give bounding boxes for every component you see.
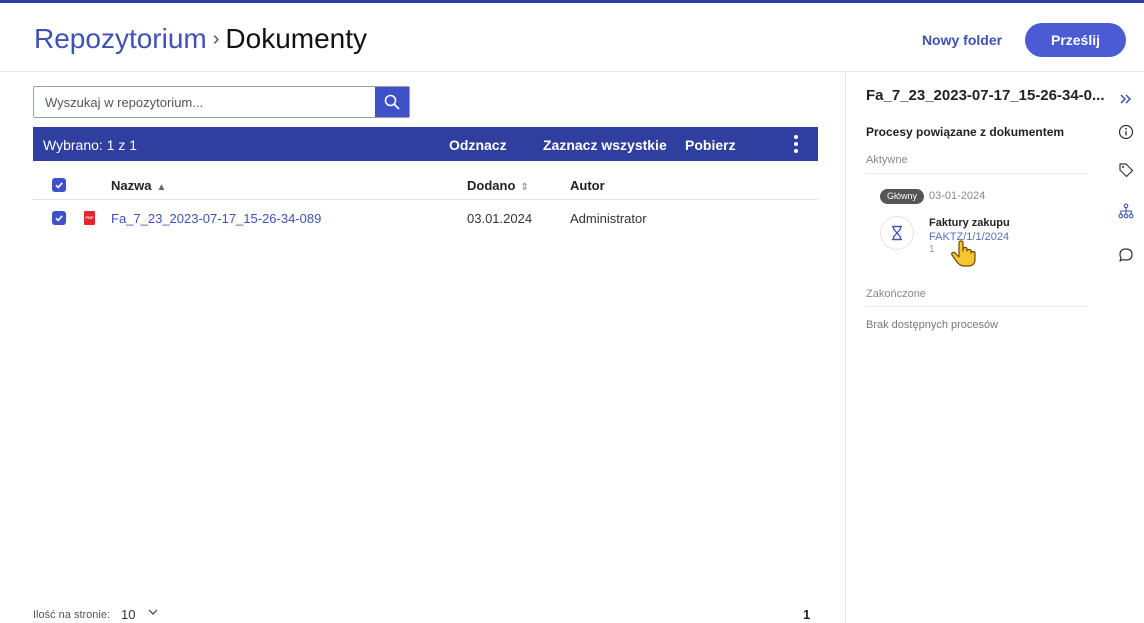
processes-title: Procesy powiązane z dokumentem xyxy=(866,125,1065,139)
table-header: Nazwa ▲ Dodano ⇕ Autor xyxy=(33,170,818,200)
search-icon xyxy=(384,94,400,110)
comment-icon[interactable] xyxy=(1117,246,1135,264)
search-box xyxy=(33,86,410,118)
file-name-link[interactable]: Fa_7_23_2023-07-17_15-26-34-089 xyxy=(111,211,321,226)
breadcrumb-root-link[interactable]: Repozytorium xyxy=(34,23,207,55)
divider xyxy=(866,173,1088,174)
download-button[interactable]: Pobierz xyxy=(685,137,736,153)
column-header-added[interactable]: Dodano ⇕ xyxy=(467,178,529,193)
deselect-button[interactable]: Odznacz xyxy=(449,137,507,153)
hourglass-icon xyxy=(892,225,902,241)
more-vertical-icon[interactable] xyxy=(788,133,804,155)
checkmark-icon xyxy=(55,182,63,189)
pagination: Ilość na stronie: 10 1 xyxy=(33,604,818,623)
column-author-label: Autor xyxy=(570,178,605,193)
selection-count: Wybrano: 1 z 1 xyxy=(43,137,138,153)
file-added-date: 03.01.2024 xyxy=(467,211,533,226)
process-date: 03-01-2024 xyxy=(929,190,986,202)
breadcrumb-separator: › xyxy=(212,27,220,50)
details-panel: Fa_7_23_2023-07-17_15-26-34-0... Procesy… xyxy=(845,72,1105,623)
main-process-badge: Główny xyxy=(880,189,925,204)
process-name: Faktury zakupu xyxy=(929,217,1010,229)
page-title: Dokumenty xyxy=(225,23,368,54)
row-checkbox[interactable] xyxy=(52,211,66,225)
search-input[interactable] xyxy=(34,87,376,117)
finished-section-label: Zakończone xyxy=(866,288,926,300)
search-button[interactable] xyxy=(375,87,409,117)
process-tree-icon[interactable] xyxy=(1117,202,1135,220)
column-header-name[interactable]: Nazwa ▲ xyxy=(111,178,166,193)
collapse-panel-icon[interactable] xyxy=(1117,90,1135,108)
per-page-select[interactable]: 10 xyxy=(121,607,135,622)
chevron-down-icon[interactable] xyxy=(147,606,159,618)
table-row[interactable]: PDF Fa_7_23_2023-07-17_15-26-34-089 03.0… xyxy=(33,201,818,234)
column-added-label: Dodano xyxy=(467,178,516,193)
column-header-author: Autor xyxy=(570,178,605,193)
select-all-button[interactable]: Zaznacz wszystkie xyxy=(543,137,667,153)
per-page-label: Ilość na stronie: xyxy=(33,609,111,621)
new-folder-button[interactable]: Nowy folder xyxy=(914,24,1010,56)
selection-bar: Wybrano: 1 z 1 Odznacz Zaznacz wszystkie… xyxy=(33,127,818,161)
file-author: Administrator xyxy=(570,211,647,226)
select-all-checkbox[interactable] xyxy=(52,178,66,192)
info-icon[interactable] xyxy=(1117,123,1135,141)
empty-processes-message: Brak dostępnych procesów xyxy=(866,319,999,331)
process-number-link[interactable]: FAKTZ/1/1/2024 xyxy=(929,231,1009,243)
divider xyxy=(866,306,1088,307)
active-section-label: Aktywne xyxy=(866,154,908,166)
sort-asc-icon: ▲ xyxy=(156,182,167,193)
tag-icon[interactable] xyxy=(1117,161,1135,179)
pdf-file-icon: PDF xyxy=(84,211,95,225)
checkmark-icon xyxy=(55,215,63,222)
breadcrumb: Repozytorium › Dokumenty xyxy=(34,23,367,55)
process-status-circle xyxy=(880,216,914,250)
page-header: Repozytorium › Dokumenty Nowy folder Prz… xyxy=(0,3,1144,72)
column-name-label: Nazwa xyxy=(111,178,152,193)
process-step: 1 xyxy=(929,244,935,255)
current-page[interactable]: 1 xyxy=(803,607,810,622)
sort-icon: ⇕ xyxy=(520,182,529,193)
document-title: Fa_7_23_2023-07-17_15-26-34-0... xyxy=(866,87,1105,104)
upload-button[interactable]: Prześlij xyxy=(1025,23,1126,57)
